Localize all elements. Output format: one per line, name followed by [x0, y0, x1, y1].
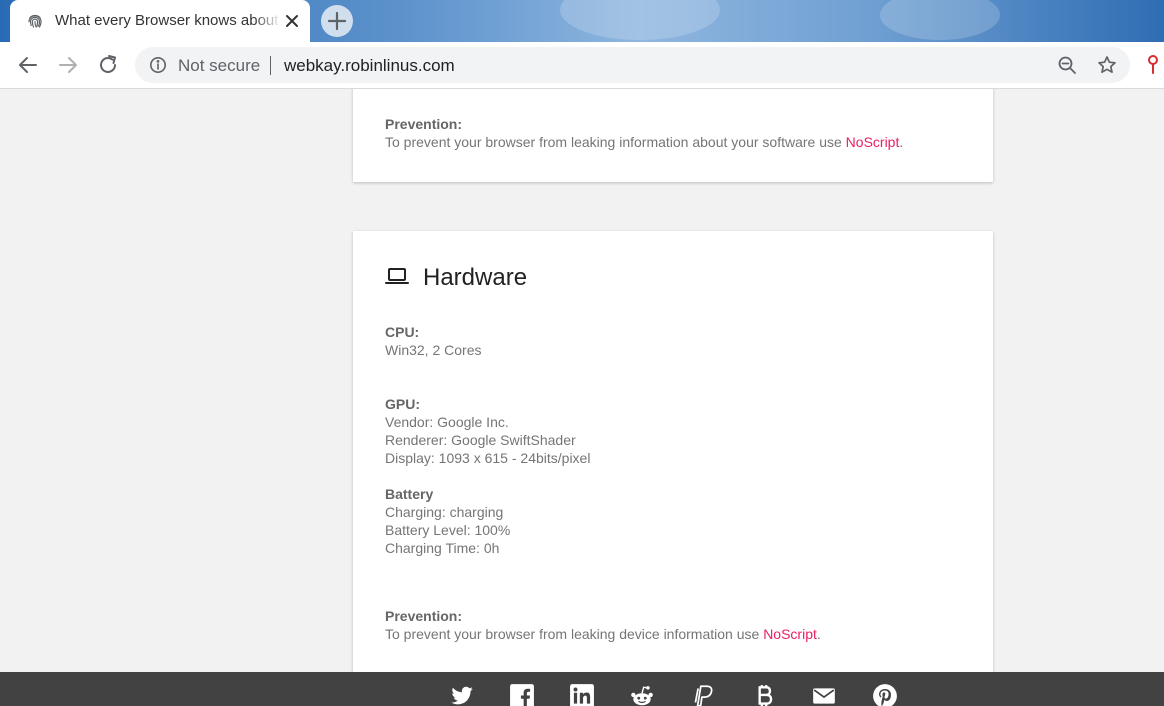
fingerprint-icon [28, 14, 42, 28]
cpu-value: Win32, 2 Cores [385, 342, 482, 358]
hardware-card: Hardware CPU: Win32, 2 Cores GPU: Vendor… [353, 231, 993, 672]
separator [270, 56, 271, 75]
forward-arrow-icon[interactable] [56, 53, 80, 77]
back-arrow-icon[interactable] [16, 53, 40, 77]
noscript-link[interactable]: NoScript [763, 626, 817, 642]
plus-icon [327, 11, 347, 31]
software-card: Prevention: To prevent your browser from… [353, 89, 993, 182]
battery-level: Battery Level: 100% [385, 522, 511, 538]
background-decoration [560, 0, 720, 40]
zoom-out-icon[interactable] [1057, 55, 1077, 75]
tab-strip: What every Browser knows about you [0, 0, 1164, 42]
battery-charging-time: Charging Time: 0h [385, 540, 500, 556]
social-footer [0, 672, 1164, 706]
background-decoration [880, 0, 1000, 40]
security-indicator[interactable]: Not secure [178, 56, 260, 76]
facebook-icon[interactable] [509, 683, 535, 706]
gpu-renderer: Renderer: Google SwiftShader [385, 432, 576, 448]
twitter-icon[interactable] [449, 683, 475, 706]
tab-title: What every Browser knows about you [55, 12, 281, 29]
prevention-suffix: . [899, 134, 904, 150]
cpu-label: CPU: [385, 324, 420, 340]
bitcoin-icon[interactable] [751, 683, 777, 706]
gpu-display: Display: 1093 x 615 - 24bits/pixel [385, 450, 591, 466]
noscript-link[interactable]: NoScript [846, 134, 900, 150]
prevention-label: Prevention: [385, 608, 463, 624]
prevention-text: To prevent your browser from leaking dev… [385, 626, 821, 642]
address-bar[interactable]: Not secure webkay.robinlinus.com [135, 47, 1130, 83]
new-tab-button[interactable] [321, 5, 353, 37]
reddit-icon[interactable] [629, 683, 655, 706]
browser-toolbar: Not secure webkay.robinlinus.com [0, 42, 1164, 89]
prevention-description: To prevent your browser from leaking dev… [385, 626, 764, 642]
browser-tab[interactable]: What every Browser knows about you [10, 0, 310, 42]
pinterest-icon[interactable] [872, 683, 898, 706]
paypal-icon[interactable] [690, 683, 716, 706]
reload-icon[interactable] [96, 53, 120, 77]
page-content: Prevention: To prevent your browser from… [0, 89, 1164, 672]
laptop-icon [385, 268, 409, 284]
gpu-label: GPU: [385, 396, 420, 412]
url-text[interactable]: webkay.robinlinus.com [284, 56, 455, 76]
linkedin-icon[interactable] [569, 683, 595, 706]
extension-icon[interactable] [1146, 53, 1164, 75]
close-tab-icon[interactable] [282, 11, 302, 31]
prevention-description: To prevent your browser from leaking inf… [385, 134, 846, 150]
gpu-vendor: Vendor: Google Inc. [385, 414, 509, 430]
bookmark-star-icon[interactable] [1097, 55, 1117, 75]
battery-label: Battery [385, 486, 434, 502]
section-title: Hardware [423, 264, 528, 291]
prevention-label: Prevention: [385, 116, 463, 132]
prevention-suffix: . [816, 626, 821, 642]
battery-charging: Charging: charging [385, 504, 504, 520]
info-icon[interactable] [149, 56, 167, 74]
email-icon[interactable] [811, 683, 837, 706]
prevention-text: To prevent your browser from leaking inf… [385, 134, 903, 150]
